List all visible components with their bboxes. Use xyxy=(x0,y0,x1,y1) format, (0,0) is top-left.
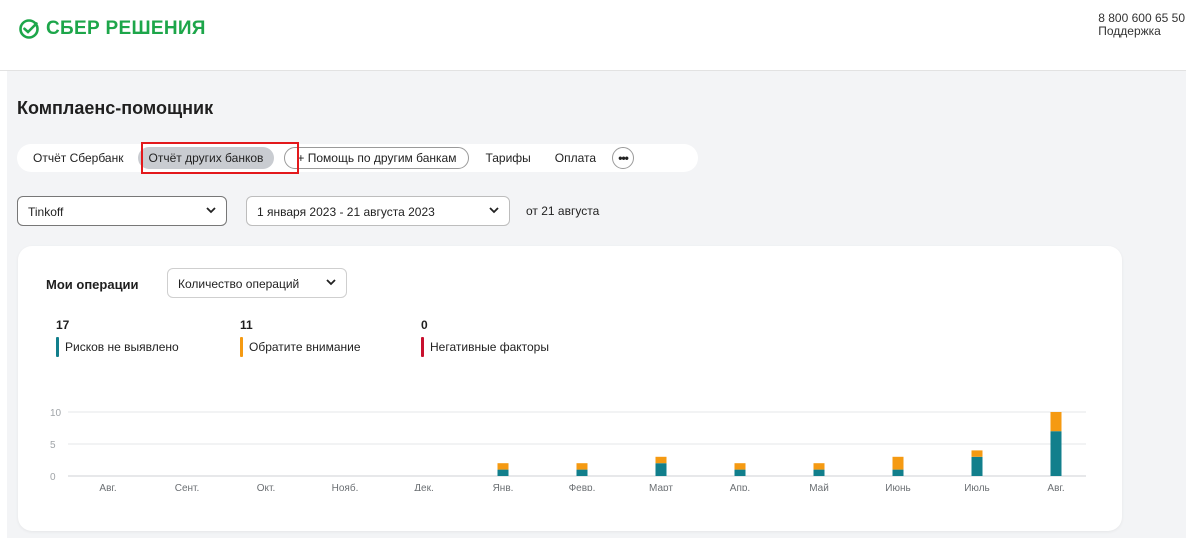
x-tick-label: Авг. xyxy=(1047,483,1064,491)
bar-segment xyxy=(971,450,983,457)
tab-other-banks-report[interactable]: Отчёт других банков xyxy=(137,147,275,169)
bar-segment xyxy=(971,456,983,476)
main-content: Комплаенс-помощник Отчёт Сбербанк Отчёт … xyxy=(7,71,1186,538)
x-tick-label: Май xyxy=(809,483,829,491)
bar-segment xyxy=(655,463,667,476)
bar-segment xyxy=(1050,431,1062,476)
metric-value: 0 xyxy=(421,318,428,332)
support-link[interactable]: Поддержка xyxy=(1098,25,1185,38)
tab-sber-report[interactable]: Отчёт Сбербанк xyxy=(25,147,132,169)
metric-label: Негативные факторы xyxy=(430,340,549,354)
bar-segment xyxy=(1050,412,1062,432)
operations-card: Мои операции Количество операций 17 Риск… xyxy=(18,246,1122,531)
x-tick-label: Апр. xyxy=(730,483,750,491)
bar-segment xyxy=(892,469,904,476)
y-tick-label: 10 xyxy=(50,408,62,419)
x-tick-label: Июнь xyxy=(885,483,910,491)
x-tick-label: Сент. xyxy=(175,483,200,491)
bar-segment xyxy=(734,463,746,470)
metric-select[interactable]: Количество операций xyxy=(167,268,347,298)
metric-value: 17 xyxy=(56,318,70,332)
metric-select-value: Количество операций xyxy=(178,277,300,291)
report-date: от 21 августа xyxy=(526,204,600,218)
bar-segment xyxy=(655,456,667,464)
bank-select-value: Tinkoff xyxy=(28,205,64,219)
x-tick-label: Июль xyxy=(964,483,990,491)
more-dots-icon[interactable]: ••• xyxy=(612,147,635,169)
sber-logo-icon xyxy=(19,19,39,39)
bank-select[interactable]: Tinkoff xyxy=(17,196,227,226)
bar-segment xyxy=(813,469,825,476)
y-tick-label: 5 xyxy=(50,440,56,451)
metric-label: Обратите внимание xyxy=(249,340,361,354)
bar-segment xyxy=(497,463,509,470)
operations-bar-chart: 0 5 10 Авг. Сент. Окт. Нояб. Дек. Янв. Февр. Март А… xyxy=(50,408,1086,491)
chevron-down-icon xyxy=(326,279,336,286)
metric-label: Рисков не выявлено xyxy=(65,340,179,354)
operations-title: Мои операции xyxy=(46,277,139,292)
page-title: Комплаенс-помощник xyxy=(17,98,214,118)
metric-value: 11 xyxy=(240,318,253,332)
bar-segment xyxy=(813,463,825,470)
x-tick-label: Дек. xyxy=(414,483,434,491)
x-tick-label: Нояб. xyxy=(332,482,359,491)
bar-segment xyxy=(734,469,746,476)
legend-color-bar xyxy=(56,337,59,357)
x-tick-label: Авг. xyxy=(99,483,116,491)
bar-segment xyxy=(497,469,509,476)
period-select-value: 1 января 2023 - 21 августа 2023 xyxy=(257,205,435,219)
x-tick-label: Янв. xyxy=(493,483,514,491)
tab-tariffs[interactable]: Тарифы xyxy=(477,147,538,169)
legend-color-bar xyxy=(240,337,243,357)
period-select[interactable]: 1 января 2023 - 21 августа 2023 xyxy=(246,196,510,226)
contacts: 8 800 600 65 50 Поддержка xyxy=(1098,12,1185,38)
metric-no-risks: 17 Рисков не выявлено xyxy=(56,318,179,357)
bar-segment xyxy=(892,456,904,470)
brand-logo[interactable]: СБЕР РЕШЕНИЯ xyxy=(18,18,206,40)
legend-color-bar xyxy=(421,337,424,357)
brand-name: СБЕР РЕШЕНИЯ xyxy=(46,18,206,39)
top-header: СБЕР РЕШЕНИЯ 8 800 600 65 50 Поддержка xyxy=(0,0,1186,71)
x-tick-label: Окт. xyxy=(257,483,276,491)
tab-other-banks-help[interactable]: + Помощь по другим банкам xyxy=(284,147,470,169)
metric-negative: 0 Негативные факторы xyxy=(421,318,549,357)
chevron-down-icon xyxy=(489,207,499,214)
x-tick-label: Февр. xyxy=(569,483,596,491)
bar-segment xyxy=(576,469,588,476)
x-tick-label: Март xyxy=(649,483,673,491)
tab-payment[interactable]: Оплата xyxy=(547,147,604,169)
tab-bar: Отчёт Сбербанк Отчёт других банков + Пом… xyxy=(17,144,698,172)
bar-segment xyxy=(576,463,588,470)
chevron-down-icon xyxy=(206,207,216,214)
metric-attention: 11 Обратите внимание xyxy=(240,318,361,357)
y-tick-label: 0 xyxy=(50,472,56,483)
